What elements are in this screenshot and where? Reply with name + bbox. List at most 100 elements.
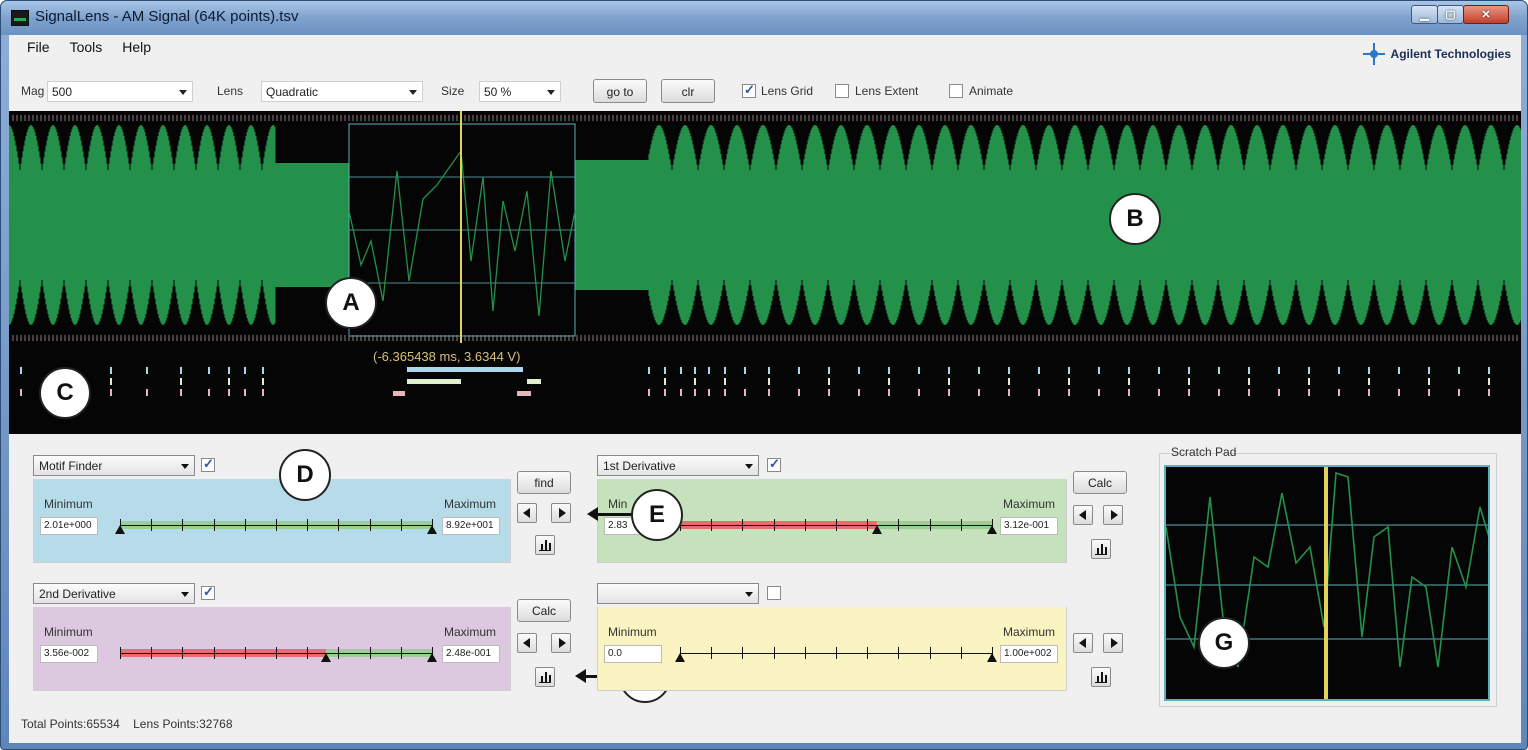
- filter-2-range-slider[interactable]: [680, 519, 997, 534]
- filter-4-histogram-icon[interactable]: [1091, 667, 1111, 687]
- filter-1-range-slider[interactable]: [115, 519, 437, 534]
- mag-select[interactable]: 500: [47, 81, 193, 102]
- animate-checkbox[interactable]: [949, 84, 963, 98]
- chevron-down-icon: [745, 592, 753, 597]
- slider-tick: [214, 519, 215, 531]
- filter-4-max-field[interactable]: 1.00e+002: [1000, 645, 1058, 663]
- filter-3-selector-value: 2nd Derivative: [39, 587, 116, 601]
- filter-1-min-field[interactable]: 2.01e+000: [40, 517, 98, 535]
- clear-button[interactable]: clr: [661, 79, 715, 103]
- slider-min-thumb[interactable]: [675, 653, 685, 662]
- menu-file[interactable]: File: [17, 35, 60, 57]
- close-button[interactable]: ✕: [1463, 5, 1509, 24]
- slider-tick: [401, 647, 402, 659]
- filter-4-max-label: Maximum: [1003, 625, 1056, 639]
- slider-tick: [120, 647, 121, 659]
- slider-min-thumb[interactable]: [872, 525, 882, 534]
- lens-extent-checkbox[interactable]: [835, 84, 849, 98]
- menu-tools[interactable]: Tools: [60, 35, 113, 57]
- lens-value: Quadratic: [266, 85, 319, 99]
- minimize-button[interactable]: ▁: [1411, 5, 1438, 24]
- filter-1-max-field[interactable]: 8.92e+001: [442, 517, 500, 535]
- slider-tick: [151, 519, 152, 531]
- slider-tick: [961, 647, 962, 659]
- title-bar[interactable]: SignalLens - AM Signal (64K points).tsv …: [1, 1, 1527, 35]
- menu-help[interactable]: Help: [112, 35, 161, 57]
- animate-label: Animate: [969, 84, 1014, 98]
- slider-max-thumb[interactable]: [427, 653, 437, 662]
- filter-3-enable-checkbox[interactable]: [201, 584, 215, 600]
- signal-canvas[interactable]: [9, 111, 1521, 434]
- filter-3-range-slider[interactable]: [120, 647, 437, 662]
- slider-tick: [245, 647, 246, 659]
- lens-select[interactable]: Quadratic: [261, 81, 423, 102]
- slider-tick: [774, 647, 775, 659]
- filter-3-max-field[interactable]: 2.48e-001: [442, 645, 500, 663]
- chevron-down-icon: [179, 90, 187, 95]
- slider-max-thumb[interactable]: [987, 653, 997, 662]
- slider-tick: [930, 647, 931, 659]
- slider-tick: [898, 519, 899, 531]
- motif-marker: [517, 391, 531, 396]
- filter-4-range-slider[interactable]: [675, 647, 997, 662]
- callout-e: E: [631, 489, 683, 541]
- slider-min-thumb[interactable]: [321, 653, 331, 662]
- filter-3-min-field[interactable]: 3.56e-002: [40, 645, 98, 663]
- slider-max-thumb[interactable]: [987, 525, 997, 534]
- slider-tick: [245, 519, 246, 531]
- slider-tick: [370, 519, 371, 531]
- filter-2-next-button[interactable]: [1103, 505, 1123, 525]
- filter-1-histogram-icon[interactable]: [535, 535, 555, 555]
- filter-4-select[interactable]: [597, 583, 759, 604]
- filter-4-min-field[interactable]: 0.0: [604, 645, 662, 663]
- filter-3-next-button[interactable]: [551, 633, 571, 653]
- maximize-button[interactable]: ▢: [1437, 5, 1464, 24]
- filter-3-histogram-icon[interactable]: [535, 667, 555, 687]
- filter-1-next-button[interactable]: [551, 503, 571, 523]
- filter-3-panel: Minimum Maximum 3.56e-002 2.48e-001: [33, 607, 511, 691]
- slider-tick: [805, 519, 806, 531]
- slider-tick: [214, 647, 215, 659]
- chevron-down-icon: [181, 592, 189, 597]
- filter-4-panel: Minimum Maximum 0.0 1.00e+002: [597, 607, 1067, 691]
- filter-1-select[interactable]: Motif Finder: [33, 455, 195, 476]
- filter-2-prev-button[interactable]: [1073, 505, 1093, 525]
- slider-tick: [711, 647, 712, 659]
- scratch-pad[interactable]: G: [1164, 465, 1490, 701]
- filter-1-enable-checkbox[interactable]: [201, 456, 215, 472]
- slider-tick: [338, 647, 339, 659]
- slider-max-thumb[interactable]: [427, 525, 437, 534]
- mag-value: 500: [52, 85, 73, 99]
- filter-2-select[interactable]: 1st Derivative: [597, 455, 759, 476]
- motif-marker: [407, 379, 461, 384]
- filter-3-min-label: Minimum: [44, 625, 93, 639]
- filter-3-select[interactable]: 2nd Derivative: [33, 583, 195, 604]
- slider-tick: [370, 647, 371, 659]
- filter-2-calc-button[interactable]: Calc: [1073, 471, 1127, 494]
- callout-b: B: [1109, 193, 1161, 245]
- size-select[interactable]: 50 %: [479, 81, 561, 102]
- filter-1-find-button[interactable]: find: [517, 471, 571, 494]
- total-points-status: Total Points:65534: [21, 717, 120, 731]
- slider-tick: [805, 647, 806, 659]
- lens-grid-checkbox[interactable]: [742, 82, 756, 98]
- filter-2-max-field[interactable]: 3.12e-001: [1000, 517, 1058, 535]
- filter-3-calc-button[interactable]: Calc: [517, 599, 571, 622]
- filter-2-histogram-icon[interactable]: [1091, 539, 1111, 559]
- filter-4-enable-checkbox[interactable]: [767, 586, 781, 600]
- filter-4-next-button[interactable]: [1103, 633, 1123, 653]
- slider-tick: [898, 647, 899, 659]
- filter-3-prev-button[interactable]: [517, 633, 537, 653]
- slider-min-thumb[interactable]: [115, 525, 125, 534]
- go-to-button[interactable]: go to: [593, 79, 647, 103]
- filter-4-prev-button[interactable]: [1073, 633, 1093, 653]
- filter-1-prev-button[interactable]: [517, 503, 537, 523]
- slider-tick: [711, 519, 712, 531]
- lens-label: Lens: [217, 84, 244, 98]
- signal-display[interactable]: (-6.365438 ms, 3.6344 V) A B C: [9, 111, 1521, 434]
- lens-points-status: Lens Points:32768: [133, 717, 233, 731]
- slider-tick: [742, 519, 743, 531]
- status-bar: Total Points:65534 Lens Points:32768: [21, 717, 243, 731]
- slider-tick: [338, 519, 339, 531]
- filter-2-enable-checkbox[interactable]: [767, 456, 781, 472]
